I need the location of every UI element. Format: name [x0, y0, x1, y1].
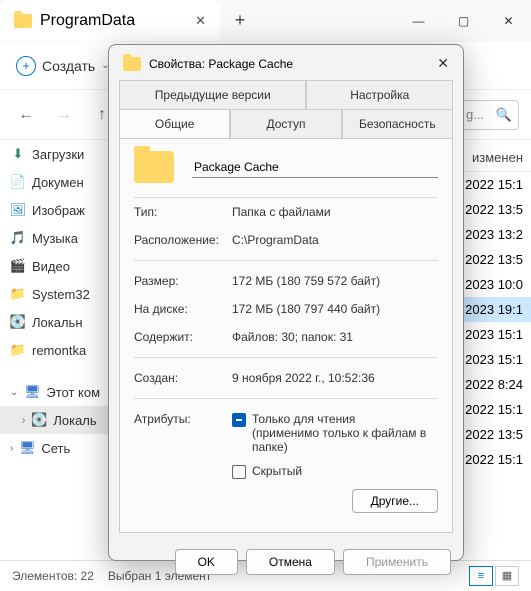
- status-count: Элементов: 22: [12, 569, 94, 583]
- sidebar-item[interactable]: ⬇Загрузки: [0, 140, 111, 168]
- sidebar-item[interactable]: 🖼Изображ: [0, 196, 111, 224]
- tab-customize[interactable]: Настройка: [306, 80, 453, 109]
- hidden-checkbox[interactable]: Скрытый: [232, 464, 438, 479]
- folder-large-icon: [134, 151, 174, 183]
- checkbox-icon: [232, 465, 246, 479]
- back-button[interactable]: ←: [12, 101, 40, 129]
- created-value: 9 ноября 2022 г., 10:52:36: [232, 371, 375, 385]
- sidebar-item[interactable]: 📄Докумен: [0, 168, 111, 196]
- checkbox-indeterminate-icon: [232, 413, 246, 427]
- minimize-button[interactable]: —: [396, 0, 441, 41]
- tab-security[interactable]: Безопасность: [342, 109, 453, 138]
- folder-icon: [14, 14, 32, 28]
- new-tab-button[interactable]: +: [220, 0, 260, 41]
- sidebar-local-disk[interactable]: ›💽Локаль: [0, 406, 111, 434]
- sidebar-item[interactable]: 📁System32: [0, 280, 111, 308]
- sidebar-network[interactable]: ›🖥Сеть: [0, 434, 111, 462]
- property-row: На диске:172 МБ (180 797 440 байт): [134, 295, 438, 323]
- properties-dialog: Свойства: Package Cache ✕ Предыдущие вер…: [108, 44, 464, 561]
- dialog-close-button[interactable]: ✕: [437, 55, 449, 72]
- tab-sharing[interactable]: Доступ: [230, 109, 341, 138]
- sidebar-item[interactable]: 🎵Музыка: [0, 224, 111, 252]
- create-button[interactable]: + Создать ⌄: [16, 56, 110, 76]
- property-row: Содержит:Файлов: 30; папок: 31: [134, 323, 438, 351]
- sidebar-item[interactable]: 🎬Видео: [0, 252, 111, 280]
- dialog-title: Свойства: Package Cache: [149, 57, 293, 71]
- tab-close-icon[interactable]: ✕: [195, 13, 206, 29]
- forward-button[interactable]: →: [50, 101, 78, 129]
- cancel-button[interactable]: Отмена: [246, 549, 335, 575]
- search-input[interactable]: g... 🔍: [459, 100, 519, 130]
- ok-button[interactable]: OK: [175, 549, 238, 575]
- property-row: Расположение:C:\ProgramData: [134, 226, 438, 254]
- folder-name-input[interactable]: [192, 157, 438, 178]
- sidebar-this-pc[interactable]: ⌄🖥Этот ком: [0, 378, 111, 406]
- view-details-button[interactable]: ≡: [469, 566, 493, 586]
- plus-icon: +: [16, 56, 36, 76]
- property-row: Тип:Папка с файлами: [134, 198, 438, 226]
- search-icon: 🔍: [496, 107, 512, 123]
- readonly-checkbox[interactable]: Только для чтения (применимо только к фа…: [232, 412, 438, 454]
- created-label: Создан:: [134, 371, 232, 385]
- apply-button[interactable]: Применить: [343, 549, 451, 575]
- tab-title: ProgramData: [40, 12, 135, 30]
- attributes-label: Атрибуты:: [134, 412, 232, 513]
- sidebar-item[interactable]: 💽Локальн: [0, 308, 111, 336]
- date-column-header[interactable]: изменен: [472, 150, 523, 165]
- tab-general[interactable]: Общие: [119, 109, 230, 138]
- tab-previous-versions[interactable]: Предыдущие версии: [119, 80, 306, 109]
- maximize-button[interactable]: ▢: [441, 0, 486, 41]
- close-window-button[interactable]: ✕: [486, 0, 531, 41]
- sidebar: ⬇Загрузки📄Докумен🖼Изображ🎵Музыка🎬Видео📁S…: [0, 140, 112, 560]
- other-attributes-button[interactable]: Другие...: [352, 489, 438, 513]
- property-row: Размер:172 МБ (180 759 572 байт): [134, 267, 438, 295]
- explorer-tab[interactable]: ProgramData ✕: [0, 0, 220, 41]
- view-icons-button[interactable]: ▦: [495, 566, 519, 586]
- folder-icon: [123, 57, 141, 71]
- sidebar-item[interactable]: 📁remontka: [0, 336, 111, 364]
